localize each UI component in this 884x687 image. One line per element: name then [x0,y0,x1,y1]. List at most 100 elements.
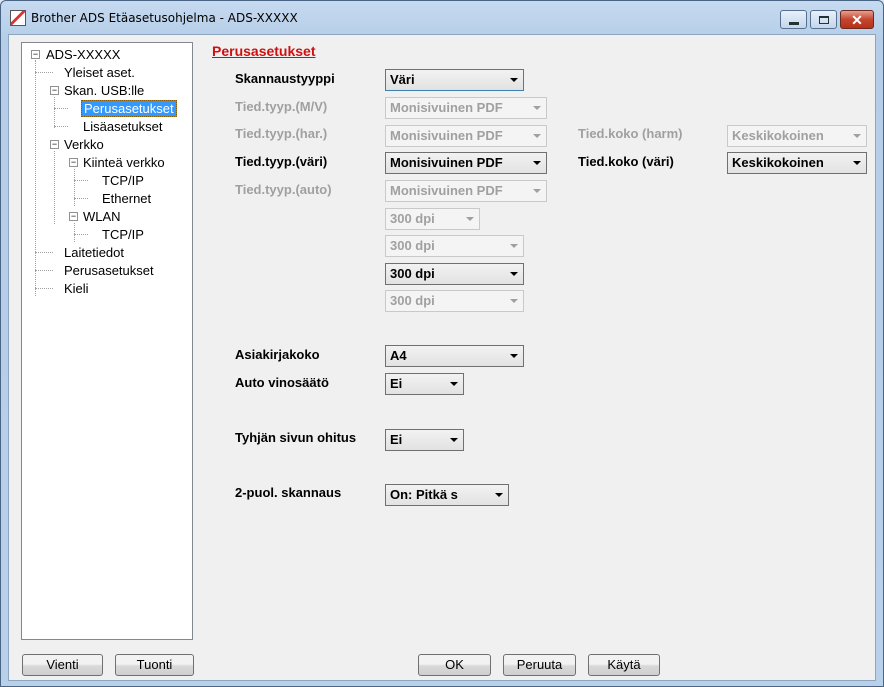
chevron-down-icon [450,382,458,386]
skip-blank-select[interactable]: Ei [385,429,464,451]
tree-line [35,270,53,271]
import-button[interactable]: Tuonti [115,654,194,676]
settings-tree[interactable]: − ADS-XXXXX Yleiset aset. − Skan. USB:ll… [21,42,193,640]
filetype-gray-label: Tied.tyyp.(har.) [235,126,328,141]
skip-blank-value: Ei [390,432,403,447]
resolution-bw-select[interactable]: 300 dpi [385,208,480,230]
collapse-icon[interactable]: − [50,140,59,149]
window-title: Brother ADS Etäasetusohjelma - ADS-XXXXX [31,11,298,25]
chevron-down-icon [510,299,518,303]
filetype-gray-value: Monisivuinen PDF [390,128,503,143]
duplex-scan-value: On: Pitkä s [390,487,458,502]
filetype-auto-value: Monisivuinen PDF [390,183,503,198]
tree-item-basic-settings[interactable]: Perusasetukset [81,100,177,117]
resolution-auto-select[interactable]: 300 dpi [385,290,524,312]
scan-type-select[interactable]: Väri [385,69,524,91]
tree-item-wired-tcpip[interactable]: TCP/IP [100,172,146,189]
filesize-gray-select[interactable]: Keskikokoinen [727,125,867,147]
filetype-gray-select[interactable]: Monisivuinen PDF [385,125,547,147]
tree-item-wlan[interactable]: WLAN [81,208,123,225]
tree-line [54,151,55,224]
resolution-gray-select[interactable]: 300 dpi [385,235,524,257]
chevron-down-icon [510,354,518,358]
chevron-down-icon [533,106,541,110]
filetype-bw-label: Tied.tyyp.(M/V) [235,99,328,114]
tree-line [74,169,75,206]
chevron-down-icon [510,78,518,82]
tree-item-device-info[interactable]: Laitetiedot [62,244,126,261]
tree-item-scan-usb[interactable]: Skan. USB:lle [62,82,146,99]
chevron-down-icon [533,161,541,165]
auto-deskew-select[interactable]: Ei [385,373,464,395]
apply-button[interactable]: Käytä [588,654,660,676]
filetype-bw-select[interactable]: Monisivuinen PDF [385,97,547,119]
resolution-color-value: 300 dpi [390,266,435,281]
document-size-value: A4 [390,348,407,363]
tree-item-ethernet[interactable]: Ethernet [100,190,153,207]
collapse-icon[interactable]: − [50,86,59,95]
resolution-color-select[interactable]: 300 dpi [385,263,524,285]
close-button[interactable]: ✕ [840,10,874,29]
client-area: − ADS-XXXXX Yleiset aset. − Skan. USB:ll… [8,34,876,681]
tree-line [54,108,68,109]
tree-item-root[interactable]: ADS-XXXXX [44,46,122,63]
scan-type-value: Väri [390,72,415,87]
minimize-button[interactable] [780,10,807,29]
filetype-auto-select[interactable]: Monisivuinen PDF [385,180,547,202]
title-bar[interactable]: Brother ADS Etäasetusohjelma - ADS-XXXXX… [1,1,883,34]
tree-item-network[interactable]: Verkko [62,136,106,153]
tree-item-language[interactable]: Kieli [62,280,91,297]
minimize-icon [789,22,799,25]
resolution-auto-value: 300 dpi [390,293,435,308]
document-size-label: Asiakirjakoko [235,347,320,362]
tree-line [35,288,53,289]
tree-line [74,180,88,181]
chevron-down-icon [853,134,861,138]
tree-item-wlan-tcpip[interactable]: TCP/IP [100,226,146,243]
duplex-scan-select[interactable]: On: Pitkä s [385,484,509,506]
duplex-scan-label: 2-puol. skannaus [235,485,342,500]
auto-deskew-label: Auto vinosäätö [235,375,329,390]
resolution-gray-value: 300 dpi [390,238,435,253]
skip-blank-label: Tyhjän sivun ohitus [235,430,357,445]
maximize-button[interactable] [810,10,837,29]
filesize-color-select[interactable]: Keskikokoinen [727,152,867,174]
application-window: Brother ADS Etäasetusohjelma - ADS-XXXXX… [0,0,884,687]
tree-item-advanced-settings[interactable]: Lisäasetukset [81,118,165,135]
filetype-bw-value: Monisivuinen PDF [390,100,503,115]
resolution-bw-value: 300 dpi [390,211,435,226]
tree-line [35,60,36,296]
tree-line [35,72,53,73]
filesize-gray-value: Keskikokoinen [732,128,824,143]
scan-type-label: Skannaustyyppi [235,71,335,86]
document-size-select[interactable]: A4 [385,345,524,367]
tree-line [74,234,88,235]
chevron-down-icon [510,272,518,276]
tree-line [35,252,53,253]
filetype-color-label: Tied.tyyp.(väri) [235,154,328,169]
tree-line [74,198,88,199]
tree-item-initial-setup[interactable]: Perusasetukset [62,262,156,279]
chevron-down-icon [533,189,541,193]
tree-line [54,97,55,128]
chevron-down-icon [510,244,518,248]
ok-button[interactable]: OK [418,654,491,676]
maximize-icon [819,16,829,24]
collapse-icon[interactable]: − [31,50,40,59]
filetype-auto-label: Tied.tyyp.(auto) [235,182,332,197]
filetype-color-value: Monisivuinen PDF [390,155,503,170]
close-icon: ✕ [851,11,863,28]
cancel-button[interactable]: Peruuta [503,654,576,676]
chevron-down-icon [495,493,503,497]
filetype-color-select[interactable]: Monisivuinen PDF [385,152,547,174]
export-button[interactable]: Vienti [22,654,103,676]
filesize-color-value: Keskikokoinen [732,155,824,170]
collapse-icon[interactable]: − [69,158,78,167]
chevron-down-icon [853,161,861,165]
chevron-down-icon [533,134,541,138]
auto-deskew-value: Ei [390,376,403,391]
tree-item-wired-network[interactable]: Kiinteä verkko [81,154,167,171]
collapse-icon[interactable]: − [69,212,78,221]
app-icon [10,10,26,26]
tree-item-general[interactable]: Yleiset aset. [62,64,137,81]
